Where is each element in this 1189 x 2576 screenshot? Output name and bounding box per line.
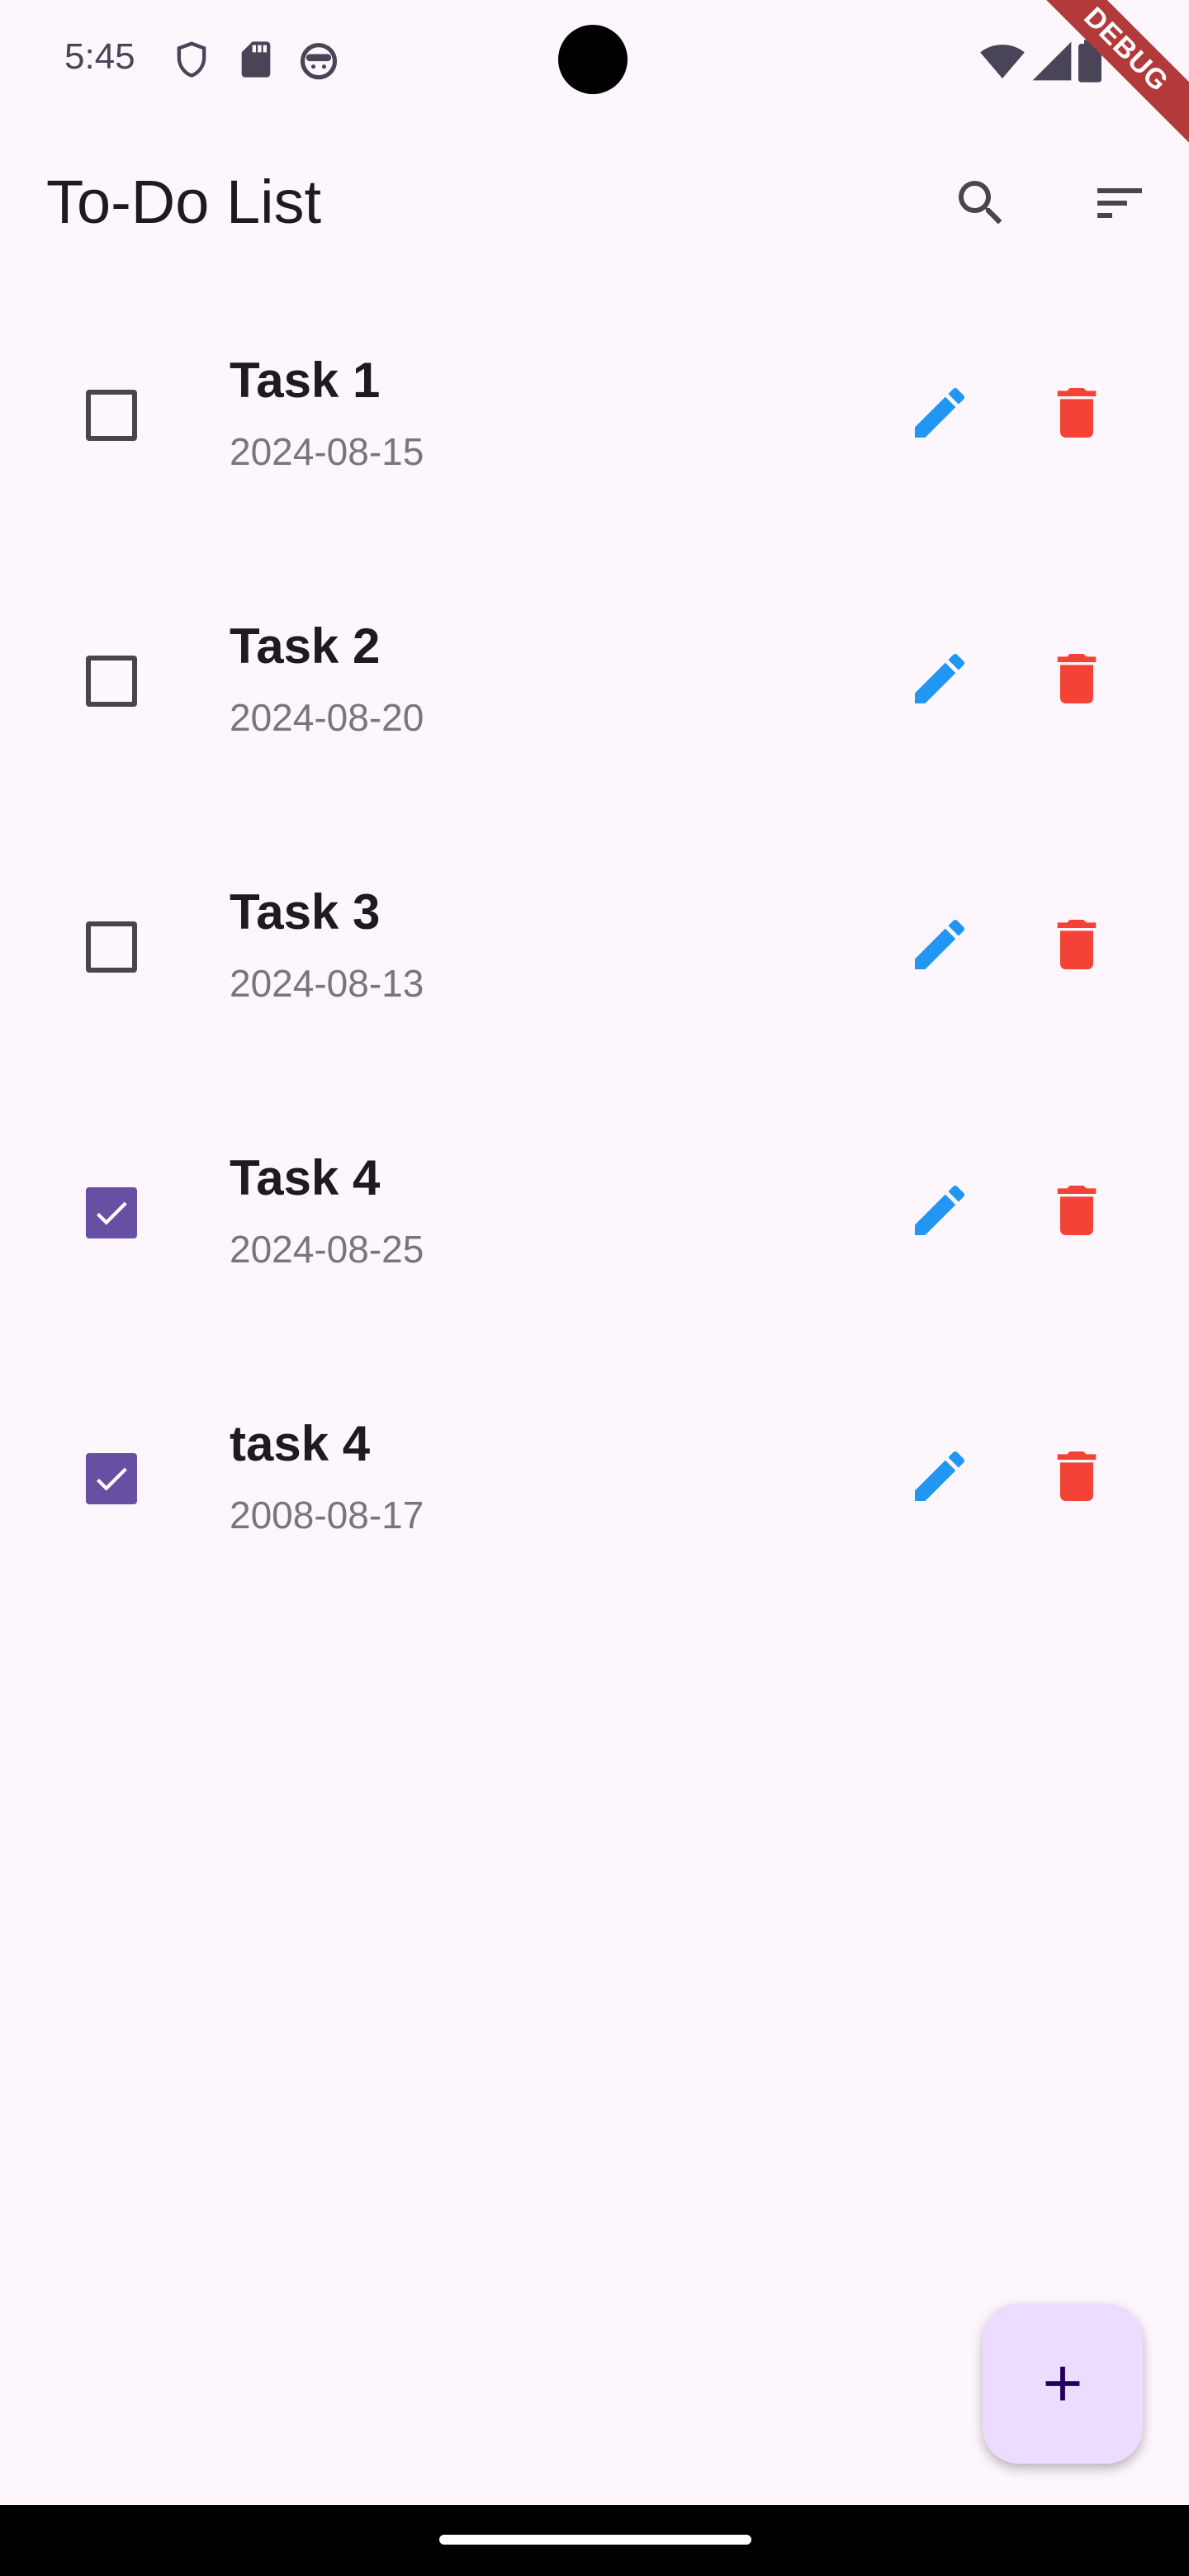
task-title: Task 3 — [230, 884, 381, 940]
task-title: Task 4 — [230, 1150, 381, 1205]
trash-icon — [1057, 920, 1097, 969]
edit-button[interactable] — [900, 1437, 979, 1516]
list-item: Task 3 2024-08-13 — [0, 845, 1189, 1111]
delete-button[interactable] — [1037, 373, 1116, 452]
task-checkbox[interactable] — [86, 921, 137, 973]
trash-icon — [1057, 654, 1097, 703]
shield-icon — [177, 41, 206, 78]
trash-icon — [1057, 1451, 1097, 1501]
pencil-icon — [915, 387, 965, 438]
pencil-icon — [915, 653, 965, 703]
edit-button[interactable] — [900, 373, 979, 452]
delete-button[interactable] — [1037, 1171, 1116, 1250]
delete-button[interactable] — [1037, 1437, 1116, 1516]
task-checkbox[interactable] — [86, 656, 137, 707]
wifi-icon — [980, 45, 1025, 78]
task-list: Task 1 2024-08-15 Task 2 2024-08-20 Task… — [0, 314, 1189, 1643]
check-icon — [97, 1467, 127, 1491]
task-title: Task 2 — [230, 618, 381, 674]
android-face-icon — [300, 43, 338, 80]
task-date: 2024-08-25 — [230, 1228, 424, 1271]
trash-icon — [1057, 1186, 1097, 1235]
task-date: 2024-08-15 — [230, 430, 424, 473]
sd-card-icon — [241, 41, 271, 78]
task-date: 2024-08-13 — [230, 962, 424, 1005]
status-bar: 5:45 — [0, 0, 1189, 124]
edit-button[interactable] — [900, 1171, 979, 1250]
sort-button[interactable] — [1080, 163, 1159, 243]
task-checkbox[interactable] — [86, 1187, 137, 1238]
trash-icon — [1057, 388, 1097, 438]
delete-button[interactable] — [1037, 905, 1116, 984]
edit-button[interactable] — [900, 905, 979, 984]
home-indicator[interactable] — [439, 2535, 751, 2545]
list-item: task 4 2008-08-17 — [0, 1377, 1189, 1643]
search-button[interactable] — [941, 163, 1021, 243]
task-date: 2008-08-17 — [230, 1494, 424, 1537]
list-item: Task 1 2024-08-15 — [0, 314, 1189, 580]
check-icon — [97, 1201, 127, 1225]
app-bar: To-Do List — [0, 124, 1189, 272]
list-item: Task 4 2024-08-25 — [0, 1111, 1189, 1377]
search-icon — [959, 181, 1002, 225]
pencil-icon — [915, 1185, 965, 1235]
sort-icon — [1097, 188, 1142, 218]
page-title: To-Do List — [46, 168, 322, 236]
pencil-icon — [915, 1451, 965, 1501]
status-time: 5:45 — [64, 36, 135, 77]
task-title: task 4 — [230, 1416, 371, 1471]
task-checkbox[interactable] — [86, 1453, 137, 1504]
task-checkbox[interactable] — [86, 390, 137, 441]
list-item: Task 2 2024-08-20 — [0, 580, 1189, 845]
signal-icon — [1032, 41, 1072, 81]
add-task-button[interactable] — [983, 2304, 1143, 2464]
task-title: Task 1 — [230, 353, 381, 408]
pencil-icon — [915, 919, 965, 969]
edit-button[interactable] — [900, 639, 979, 718]
delete-button[interactable] — [1037, 639, 1116, 718]
task-date: 2024-08-20 — [230, 696, 424, 739]
camera-cutout — [558, 25, 628, 94]
plus-icon — [1045, 2366, 1080, 2401]
